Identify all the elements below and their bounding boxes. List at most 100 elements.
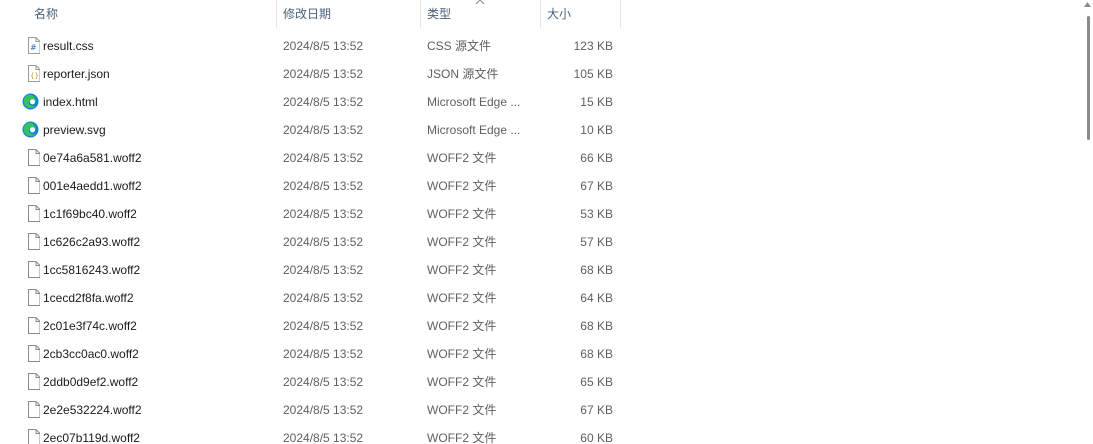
file-size: 10 KB [580,123,613,137]
file-row[interactable]: 2ddb0d9ef2.woff2 2024/8/5 13:52 WOFF2 文件 65… [0,368,1082,396]
blank-file-icon [22,228,40,256]
file-modified-date: 2024/8/5 13:52 [283,67,364,81]
file-row[interactable]: 1c1f69bc40.woff2 2024/8/5 13:52 WOFF2 文件 53… [0,200,1082,228]
file-type: WOFF2 文件 [427,403,497,417]
file-row[interactable]: 2cb3cc0ac0.woff2 2024/8/5 13:52 WOFF2 文件 68… [0,340,1082,368]
file-modified-date: 2024/8/5 13:52 [283,291,364,305]
file-name: result.css [43,39,94,53]
file-name: 001e4aedd1.woff2 [43,179,142,193]
file-size: 68 KB [580,347,613,361]
chevron-up-icon [475,0,485,8]
file-modified-date: 2024/8/5 13:52 [283,431,364,444]
file-size: 123 KB [573,39,613,53]
file-modified-date: 2024/8/5 13:52 [283,179,364,193]
file-modified-date: 2024/8/5 13:52 [283,123,364,137]
file-size: 68 KB [580,319,613,333]
css-file-icon: # [22,32,40,60]
blank-file-icon [22,368,40,396]
blank-file-icon [22,424,40,444]
file-list: # result.css 2024/8/5 13:52 CSS 源文件 123 KB {}… [0,32,1082,444]
file-modified-date: 2024/8/5 13:52 [283,235,364,249]
file-modified-date: 2024/8/5 13:52 [283,263,364,277]
edge-icon [22,88,40,116]
file-type: WOFF2 文件 [427,431,497,444]
svg-text:#: # [30,43,37,52]
file-size: 105 KB [573,67,613,81]
file-modified-date: 2024/8/5 13:52 [283,319,364,333]
column-header-name[interactable]: 名称 [27,0,277,28]
column-header-bar: 名称 修改日期 类型 大小 [0,0,1082,30]
file-size: 66 KB [580,151,613,165]
file-row[interactable]: preview.svg 2024/8/5 13:52 Microsoft Edge … [0,116,1082,144]
file-modified-date: 2024/8/5 13:52 [283,403,364,417]
json-file-icon: {} [22,60,40,88]
file-row[interactable]: {} reporter.json 2024/8/5 13:52 JSON 源文件 105… [0,60,1082,88]
file-name: reporter.json [43,67,110,81]
file-size: 65 KB [580,375,613,389]
file-type: WOFF2 文件 [427,291,497,305]
file-size: 60 KB [580,431,613,444]
file-modified-date: 2024/8/5 13:52 [283,207,364,221]
file-modified-date: 2024/8/5 13:52 [283,151,364,165]
file-row[interactable]: 1cc5816243.woff2 2024/8/5 13:52 WOFF2 文件 68… [0,256,1082,284]
file-size: 67 KB [580,403,613,417]
file-size: 67 KB [580,179,613,193]
file-size: 53 KB [580,207,613,221]
edge-icon [22,116,40,144]
file-type: CSS 源文件 [427,39,492,53]
blank-file-icon [22,312,40,340]
file-name: 2ec07b119d.woff2 [43,431,140,444]
file-name: 2e2e532224.woff2 [43,403,142,417]
file-modified-date: 2024/8/5 13:52 [283,375,364,389]
blank-file-icon [22,200,40,228]
blank-file-icon [22,340,40,368]
file-type: Microsoft Edge ... [427,123,521,137]
file-type: WOFF2 文件 [427,347,497,361]
scrollbar-thumb[interactable] [1087,16,1090,140]
file-modified-date: 2024/8/5 13:52 [283,347,364,361]
blank-file-icon [22,396,40,424]
file-type: JSON 源文件 [427,67,499,81]
file-row[interactable]: 2c01e3f74c.woff2 2024/8/5 13:52 WOFF2 文件 68… [0,312,1082,340]
svg-text:{}: {} [30,72,39,80]
file-name: 1c1f69bc40.woff2 [43,207,137,221]
file-name: index.html [43,95,98,109]
blank-file-icon [22,172,40,200]
file-row[interactable]: 2e2e532224.woff2 2024/8/5 13:52 WOFF2 文件 67… [0,396,1082,424]
column-header-size[interactable]: 大小 [540,0,621,28]
file-row[interactable]: index.html 2024/8/5 13:52 Microsoft Edge .… [0,88,1082,116]
file-row[interactable]: 1c626c2a93.woff2 2024/8/5 13:52 WOFF2 文件 57… [0,228,1082,256]
file-row[interactable]: 2ec07b119d.woff2 2024/8/5 13:52 WOFF2 文件 60… [0,424,1082,444]
file-row[interactable]: # result.css 2024/8/5 13:52 CSS 源文件 123 KB [0,32,1082,60]
vertical-scrollbar[interactable] [1082,0,1093,444]
file-size: 57 KB [580,235,613,249]
file-name: 2cb3cc0ac0.woff2 [43,347,139,361]
file-modified-date: 2024/8/5 13:52 [283,39,364,53]
file-name: 1cecd2f8fa.woff2 [43,291,134,305]
file-type: WOFF2 文件 [427,179,497,193]
file-row[interactable]: 001e4aedd1.woff2 2024/8/5 13:52 WOFF2 文件 67… [0,172,1082,200]
file-modified-date: 2024/8/5 13:52 [283,95,364,109]
file-name: 2ddb0d9ef2.woff2 [43,375,139,389]
file-row[interactable]: 1cecd2f8fa.woff2 2024/8/5 13:52 WOFF2 文件 64… [0,284,1082,312]
file-explorer-window: 名称 修改日期 类型 大小 # result.css 2024/8/5 13:52 C… [0,0,1093,444]
blank-file-icon [22,144,40,172]
file-size: 68 KB [580,263,613,277]
blank-file-icon [22,284,40,312]
blank-file-icon [22,256,40,284]
file-size: 64 KB [580,291,613,305]
scroll-up-arrow-icon[interactable] [1084,2,1091,10]
file-name: 1cc5816243.woff2 [43,263,141,277]
file-name: 2c01e3f74c.woff2 [43,319,137,333]
file-name: 1c626c2a93.woff2 [43,235,141,249]
file-row[interactable]: 0e74a6a581.woff2 2024/8/5 13:52 WOFF2 文件 66… [0,144,1082,172]
file-name: preview.svg [43,123,106,137]
file-type: WOFF2 文件 [427,235,497,249]
file-type: WOFF2 文件 [427,375,497,389]
file-type: Microsoft Edge ... [427,95,521,109]
file-type: WOFF2 文件 [427,207,497,221]
file-name: 0e74a6a581.woff2 [43,151,142,165]
file-type: WOFF2 文件 [427,319,497,333]
file-size: 15 KB [580,95,613,109]
column-header-date[interactable]: 修改日期 [276,0,421,28]
